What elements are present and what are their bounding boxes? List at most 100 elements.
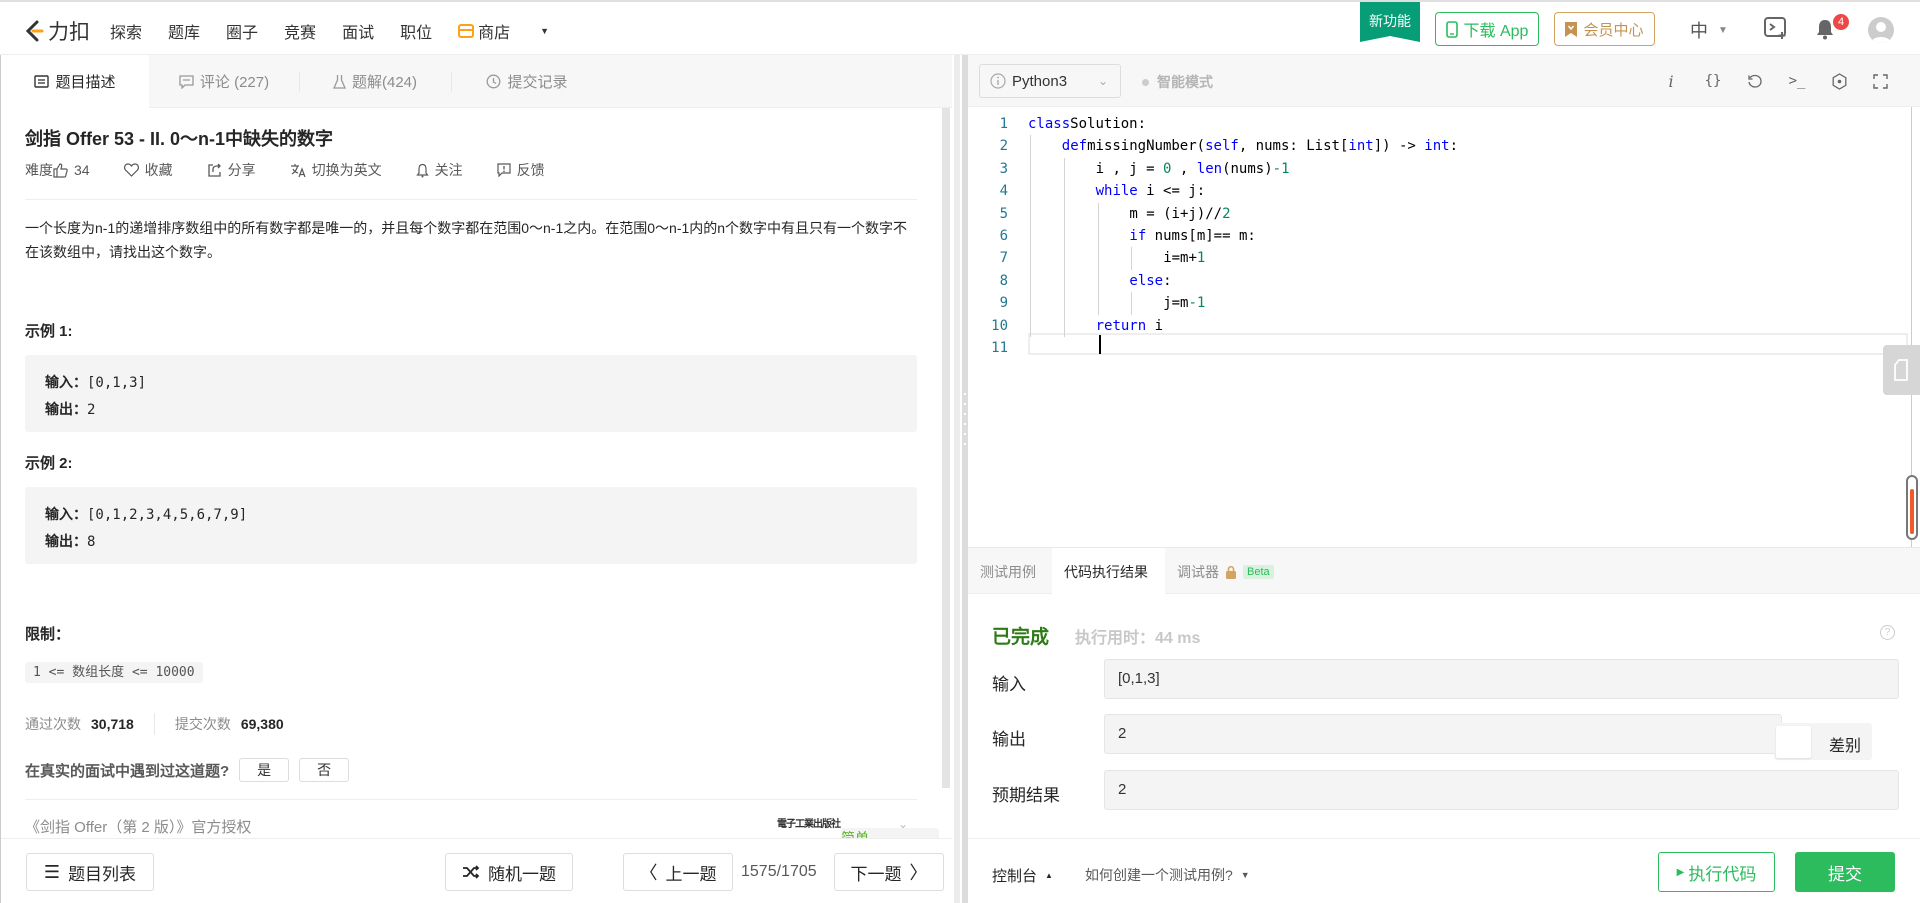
tab-result[interactable]: 代码执行结果 bbox=[1052, 548, 1165, 595]
code-line[interactable]: 7 i=m+1 bbox=[968, 247, 1908, 269]
tab-testcase-label: 测试用例 bbox=[980, 563, 1036, 580]
info-italic-icon[interactable]: i bbox=[1659, 69, 1683, 93]
comment-icon bbox=[179, 74, 194, 89]
vip-center-button[interactable]: 会员中心 bbox=[1554, 12, 1655, 46]
new-feature-ribbon[interactable]: 新功能 bbox=[1360, 2, 1420, 42]
feedback-button[interactable]: 反馈 bbox=[496, 160, 545, 180]
nav-circle[interactable]: 圈子 bbox=[226, 19, 258, 43]
smart-mode-toggle[interactable]: 智能模式 bbox=[1142, 72, 1213, 92]
submit-button[interactable]: 提交 bbox=[1795, 852, 1895, 892]
share-button[interactable]: 分享 bbox=[207, 160, 256, 180]
example-1-output-label: 输出： bbox=[45, 401, 87, 417]
code-line[interactable]: 1 classSolution: bbox=[968, 113, 1908, 135]
prev-problem-button[interactable]: 〈 上一题 bbox=[623, 853, 733, 891]
help-icon[interactable]: ? bbox=[1880, 625, 1895, 640]
nav-problemset[interactable]: 题库 bbox=[168, 19, 200, 43]
terminal-icon[interactable]: >_ bbox=[1785, 69, 1809, 93]
tab-solutions[interactable]: 题解(424) bbox=[300, 55, 450, 108]
interview-question-text: 在真实的面试中遇到过这道题? bbox=[25, 762, 230, 780]
follow-button[interactable]: 关注 bbox=[415, 160, 463, 180]
format-code-icon[interactable]: {} bbox=[1701, 69, 1725, 93]
store-icon bbox=[458, 24, 475, 38]
howto-testcase-link[interactable]: 如何创建一个测试用例? ▼ bbox=[1085, 865, 1250, 885]
leetcode-logo[interactable]: 力扣 bbox=[24, 16, 90, 46]
like-button[interactable]: 34 bbox=[53, 162, 90, 178]
code-line[interactable]: 8 else: bbox=[968, 270, 1908, 292]
example-1-block: 输入：[0,1,3] 输出：2 bbox=[25, 355, 917, 432]
scroll-thumb[interactable] bbox=[1910, 489, 1914, 534]
indent-guide bbox=[1030, 202, 1031, 225]
publisher-logo: 電子工業出版社 bbox=[777, 819, 841, 830]
tab-solutions-label: 题解(424) bbox=[351, 74, 418, 91]
indent-guide bbox=[1030, 180, 1031, 203]
run-code-button[interactable]: ▶ 执行代码 bbox=[1658, 852, 1775, 892]
code-line[interactable]: 2 defmissingNumber(self, nums: List[int])… bbox=[968, 135, 1908, 157]
panel-resizer[interactable] bbox=[952, 55, 968, 903]
limits-code: 1 <= 数组长度 <= 10000 bbox=[25, 662, 203, 683]
code-line[interactable]: 5 m = (i+j)//2 bbox=[968, 203, 1908, 225]
next-problem-button[interactable]: 下一题 〉 bbox=[834, 853, 944, 891]
problem-scrollbar[interactable] bbox=[942, 108, 950, 788]
nav-explore[interactable]: 探索 bbox=[110, 19, 142, 43]
next-problem-label: 下一题 bbox=[850, 864, 902, 884]
chevron-down-icon[interactable]: ⌄ bbox=[898, 817, 908, 831]
code-keyword: def bbox=[1061, 138, 1088, 155]
grip-dot bbox=[964, 443, 966, 445]
fullscreen-icon[interactable] bbox=[1868, 69, 1892, 93]
tab-comments[interactable]: 评论 (227) bbox=[149, 55, 299, 108]
nav-shop-label: 商店 bbox=[478, 25, 511, 42]
tab-submissions[interactable]: 提交记录 bbox=[452, 55, 602, 108]
nav-shop[interactable]: 商店 ▼ bbox=[458, 19, 575, 43]
diff-switch[interactable] bbox=[1776, 726, 1811, 758]
clock-icon bbox=[487, 74, 501, 89]
yes-button[interactable]: 是 bbox=[239, 758, 290, 782]
feedback-label: 反馈 bbox=[516, 162, 545, 178]
caret-down-icon: ▼ bbox=[540, 26, 550, 36]
code-line[interactable]: 11 bbox=[968, 337, 1908, 359]
playground-icon[interactable] bbox=[1763, 16, 1789, 40]
reset-code-icon[interactable] bbox=[1743, 69, 1767, 93]
tab-testcase[interactable]: 测试用例 bbox=[968, 548, 1048, 595]
code-token: : bbox=[1449, 138, 1459, 155]
run-status: 已完成 执行用时：44 ms bbox=[992, 622, 1200, 649]
console-toggle[interactable]: 控制台 ▲ bbox=[992, 865, 1053, 886]
description-icon bbox=[34, 75, 50, 88]
divider bbox=[25, 799, 917, 800]
console-label: 控制台 bbox=[992, 868, 1038, 885]
tab-description[interactable]: 题目描述 bbox=[1, 55, 149, 108]
no-button[interactable]: 否 bbox=[299, 758, 350, 782]
language-select[interactable]: Python3 ⌄ bbox=[979, 64, 1121, 98]
bell-icon[interactable] bbox=[1815, 18, 1835, 40]
code-keyword: len bbox=[1196, 160, 1223, 177]
problem-list-button[interactable]: ☰ 题目列表 bbox=[26, 853, 154, 891]
code-line[interactable]: 9 j=m-1 bbox=[968, 292, 1908, 314]
diff-toggle[interactable]: 差别 bbox=[1774, 723, 1872, 760]
nav-contest[interactable]: 竞赛 bbox=[284, 19, 316, 43]
grip-dot bbox=[964, 403, 966, 405]
user-avatar[interactable] bbox=[1868, 17, 1894, 43]
random-problem-button[interactable]: 随机一题 bbox=[445, 853, 573, 891]
example-2-input: [0,1,2,3,4,5,6,7,9] bbox=[87, 507, 248, 523]
switch-english-button[interactable]: 切换为英文 bbox=[290, 160, 382, 180]
favorite-button[interactable]: 收藏 bbox=[123, 160, 173, 180]
code-minimap-scrollbar[interactable] bbox=[1906, 475, 1918, 540]
problem-panel: 题目描述 评论 (227) 题解(424) 提交记录 剑指 Offer 53 -… bbox=[0, 55, 953, 903]
code-editor[interactable]: 1 classSolution: 2 defmissingNumber(self, n… bbox=[968, 107, 1912, 547]
settings-icon[interactable] bbox=[1827, 69, 1851, 93]
code-line[interactable]: 3 i , j = 0 , len(nums)-1 bbox=[968, 158, 1908, 180]
smart-mode-dot bbox=[1142, 78, 1149, 86]
diff-label: 差别 bbox=[1829, 738, 1862, 755]
code-line[interactable]: 10 return i bbox=[968, 315, 1908, 337]
nav-interview[interactable]: 面试 bbox=[342, 19, 374, 43]
code-keyword: class bbox=[1028, 116, 1071, 132]
code-line[interactable]: 6 if nums[m]== m: bbox=[968, 225, 1908, 247]
tab-debugger[interactable]: 调试器 Beta bbox=[1165, 548, 1286, 595]
floating-notes-button[interactable] bbox=[1883, 345, 1920, 395]
nav-jobs[interactable]: 职位 bbox=[400, 19, 432, 43]
language-switcher[interactable]: 中 ▼ bbox=[1690, 17, 1728, 43]
code-line[interactable]: 4 while i <= j: bbox=[968, 180, 1908, 202]
problem-footer: ☰ 题目列表 随机一题 〈 上一题 1575/1705 下一题 〉 bbox=[1, 838, 953, 903]
editor-panel: Python3 ⌄ 智能模式 i {} >_ 1 classSolution: 2 d… bbox=[968, 55, 1920, 903]
code-text: while i <= j: bbox=[1096, 180, 1206, 202]
download-app-button[interactable]: 下载 App bbox=[1435, 12, 1539, 46]
